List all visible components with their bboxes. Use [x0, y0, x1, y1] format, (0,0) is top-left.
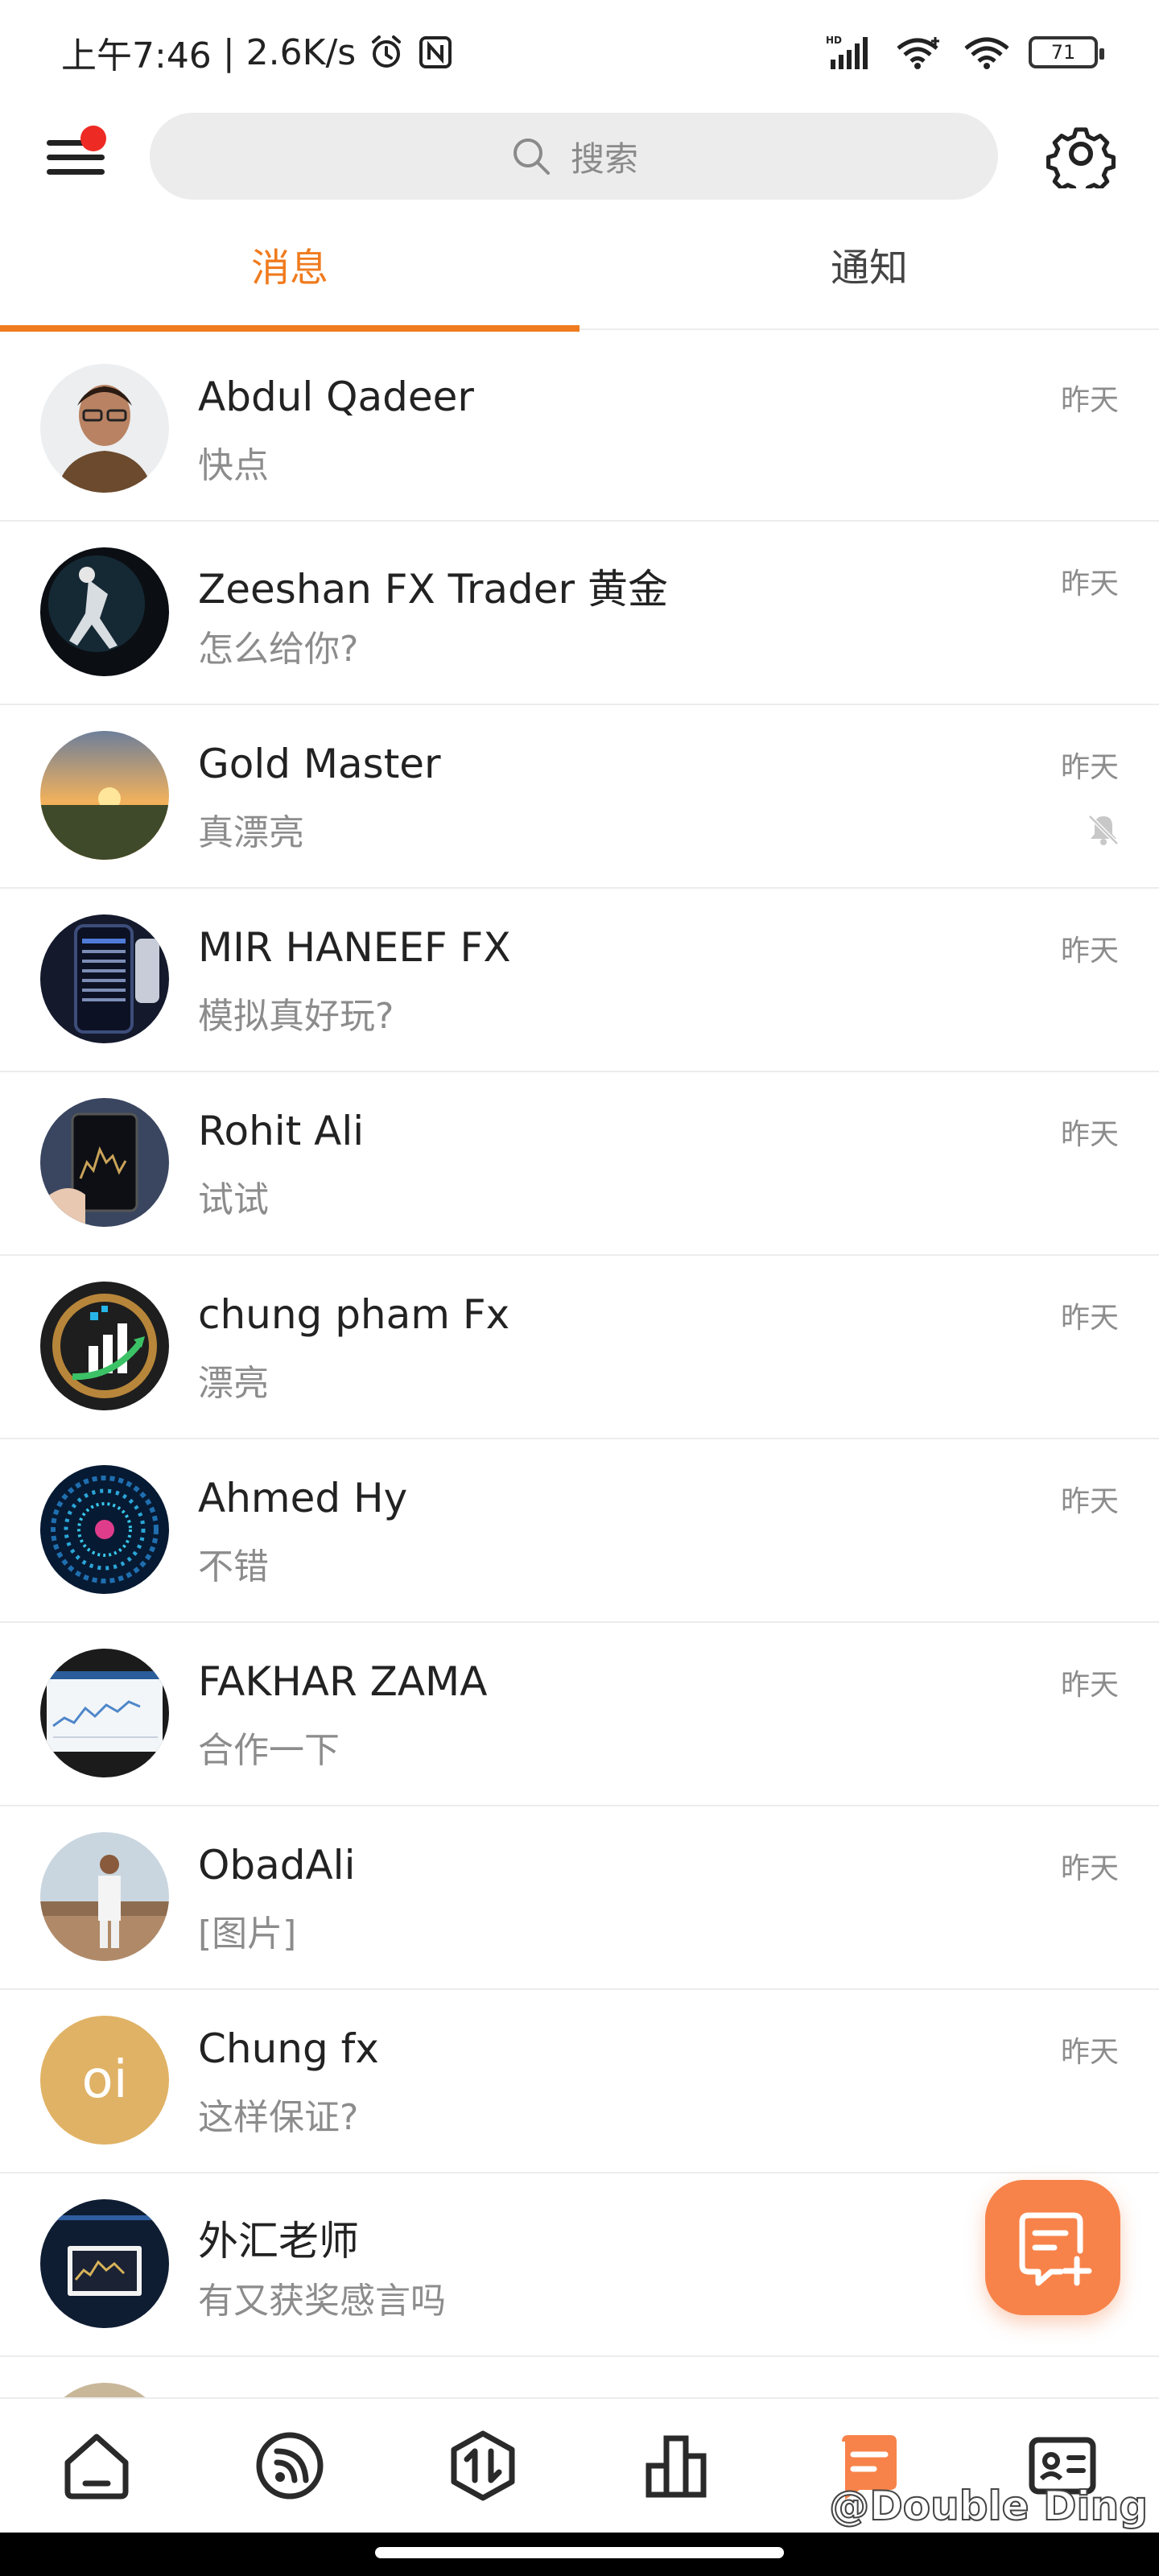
contact-name: FAKHAR ZAMA [198, 1658, 488, 1705]
avatar [40, 914, 169, 1043]
contact-name: MIR HANEEF FX [198, 924, 511, 971]
nav-rank[interactable] [580, 2427, 773, 2504]
status-left: 上午7:46 | 2.6K/s [61, 27, 454, 78]
last-message: 快点 [198, 445, 269, 486]
avatar [40, 1282, 169, 1410]
avatar: oi [40, 2016, 169, 2145]
status-time: 上午7:46 [61, 35, 212, 76]
status-right: HD 71 [826, 34, 1104, 71]
battery-indicator: 71 [1029, 36, 1104, 68]
menu-icon-line [47, 169, 105, 175]
chart-icon [645, 2435, 707, 2498]
menu-button[interactable] [42, 122, 114, 187]
conversation-row[interactable]: MIR HANEEF FX 模拟真好玩? 昨天 [0, 889, 1159, 1072]
contact-name: Ahmed Hy [198, 1475, 408, 1521]
conversation-list: Abdul Qadeer 快点 昨天 Zeeshan FX Trader 黄金 … [0, 338, 1159, 2512]
nav-feed[interactable] [193, 2427, 386, 2504]
avatar [40, 1649, 169, 1777]
menu-icon-line [47, 155, 105, 160]
search-input[interactable]: 搜索 [150, 113, 998, 200]
contact-name: Rohit Ali [198, 1108, 365, 1154]
conversation-row[interactable]: ObadAli [图片] 昨天 [0, 1806, 1159, 1990]
message-time: 昨天 [1060, 751, 1119, 784]
contact-name: Abdul Qadeer [198, 374, 474, 420]
conversation-row[interactable]: FAKHAR ZAMA 合作一下 昨天 [0, 1623, 1159, 1806]
conversation-row[interactable]: Gold Master 真漂亮 昨天 [0, 705, 1159, 889]
message-time: 昨天 [1060, 568, 1119, 601]
contact-name: 外汇老师 [198, 2218, 359, 2264]
avatar-initials: oi [81, 2050, 128, 2110]
message-time: 昨天 [1060, 1852, 1119, 1885]
contact-name: Zeeshan FX Trader 黄金 [198, 566, 668, 613]
message-time: 昨天 [1060, 384, 1119, 417]
battery-level: 71 [1050, 41, 1076, 64]
wifi-plus-icon [897, 37, 939, 69]
search-icon [513, 138, 550, 175]
conversation-row[interactable]: Rohit Ali 试试 昨天 [0, 1072, 1159, 1256]
contact-name: Gold Master [198, 741, 441, 787]
last-message: 真漂亮 [198, 812, 304, 853]
message-time: 昨天 [1060, 935, 1119, 968]
search-placeholder: 搜索 [570, 138, 638, 179]
avatar [40, 1098, 169, 1227]
contact-name: ObadAli [198, 1842, 356, 1889]
avatar [40, 1832, 169, 1961]
avatar [40, 547, 169, 676]
last-message: 不错 [198, 1546, 269, 1587]
tab-notifications-label: 通知 [830, 245, 908, 291]
nav-home[interactable] [0, 2427, 193, 2504]
tab-notifications[interactable]: 通知 [580, 205, 1159, 330]
tab-messages-label: 消息 [250, 245, 328, 291]
tab-bar: 消息 通知 [0, 205, 1159, 332]
notification-dot [80, 126, 106, 151]
app-header: 搜索 [0, 105, 1159, 205]
message-time: 昨天 [1060, 2036, 1119, 2069]
network-speed: 2.6K/s [245, 31, 357, 73]
last-message: 这样保证? [198, 2097, 359, 2138]
feed-icon [256, 2432, 324, 2500]
compose-message-icon [1019, 2212, 1092, 2286]
avatar [40, 731, 169, 860]
last-message: 模拟真好玩? [198, 996, 394, 1037]
signal-icon: HD [826, 35, 868, 69]
avatar [40, 364, 169, 493]
gear-icon [1046, 127, 1116, 197]
new-message-button[interactable] [985, 2180, 1120, 2315]
message-time: 昨天 [1060, 1302, 1119, 1335]
status-bar: 上午7:46 | 2.6K/s HD 71 [0, 0, 1159, 105]
conversation-row[interactable]: oi Chung fx 这样保证? 昨天 [0, 1990, 1159, 2174]
avatar [40, 2199, 169, 2328]
home-icon [64, 2434, 129, 2500]
conversation-row[interactable]: Zeeshan FX Trader 黄金 怎么给你? 昨天 [0, 522, 1159, 705]
status-separator: | [222, 31, 235, 73]
conversation-row[interactable]: Abdul Qadeer 快点 昨天 [0, 338, 1159, 522]
nfc-icon [419, 36, 452, 68]
last-message: 有又获奖感言吗 [198, 2281, 446, 2322]
last-message: 怎么给你? [198, 629, 359, 670]
message-time: 昨天 [1060, 1485, 1119, 1518]
last-message: [图片] [198, 1913, 297, 1955]
last-message: 合作一下 [198, 1730, 340, 1771]
last-message: 漂亮 [198, 1363, 269, 1404]
svg-text:HD: HD [826, 35, 842, 46]
avatar [40, 1465, 169, 1594]
nav-trade[interactable] [386, 2427, 580, 2504]
alarm-icon [372, 35, 402, 68]
conversation-row[interactable]: Ahmed Hy 不错 昨天 [0, 1439, 1159, 1623]
wifi-icon [964, 37, 1009, 69]
conversation-row[interactable]: chung pham Fx 漂亮 昨天 [0, 1256, 1159, 1439]
muted-bell-icon [1088, 815, 1119, 845]
message-time: 昨天 [1060, 1118, 1119, 1151]
trade-icon [451, 2430, 515, 2501]
home-indicator[interactable] [375, 2547, 784, 2558]
message-time: 昨天 [1060, 1669, 1119, 1702]
contact-name: Chung fx [198, 2025, 379, 2072]
last-message: 试试 [198, 1179, 269, 1220]
watermark: @Double Ding [828, 2482, 1149, 2530]
tab-messages[interactable]: 消息 [0, 205, 580, 332]
contact-name: chung pham Fx [198, 1291, 510, 1338]
settings-button[interactable] [1046, 119, 1116, 197]
